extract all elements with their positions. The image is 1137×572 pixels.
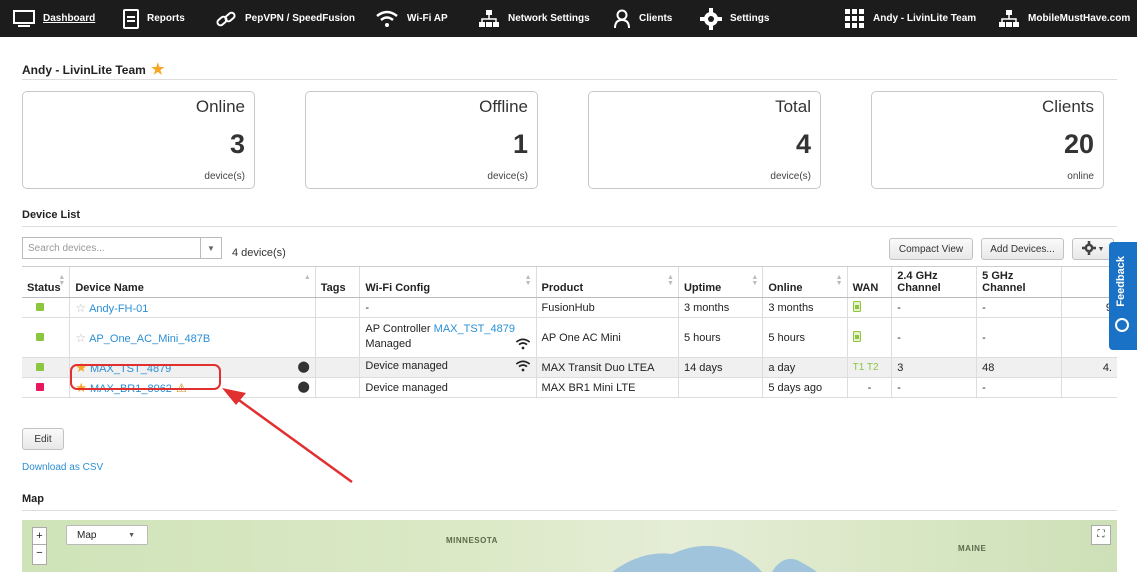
wan-signal-icons: T1 T2 <box>846 357 892 378</box>
nav-dashboard[interactable]: Dashboard <box>13 0 95 37</box>
highlight-annotation <box>70 364 221 390</box>
feedback-icon <box>1115 318 1129 332</box>
star-outline-icon[interactable]: ☆ <box>75 331 86 345</box>
zoom-control: + − <box>32 527 47 565</box>
map-title: Map <box>22 493 44 505</box>
nav-network-settings[interactable]: Network Settings <box>478 0 590 37</box>
col-device-name[interactable]: Device Name ▲ <box>69 266 316 298</box>
chevron-down-icon[interactable]: ▼ <box>200 238 221 258</box>
caret-down-icon: ▼ <box>128 531 135 539</box>
network-icon <box>478 9 500 29</box>
download-csv-link[interactable]: Download as CSV <box>22 462 103 473</box>
col-24ghz-channel[interactable]: 2.4 GHz Channel <box>891 266 977 298</box>
col-online[interactable]: Online ▲ ▼ <box>762 266 848 298</box>
group-title: Andy - LivinLite Team ★ <box>22 61 165 78</box>
stat-clients[interactable]: Clients 20 online <box>871 91 1104 189</box>
sort-icon: ▲ ▼ <box>751 274 759 287</box>
device-count: 4 device(s) <box>232 247 286 259</box>
top-nav: Dashboard Reports PepVPN / SpeedFusion W… <box>0 0 1137 37</box>
wifi-icon <box>375 10 399 28</box>
status-indicator <box>36 362 44 371</box>
wifi-icon <box>515 360 531 375</box>
sim-icon <box>852 330 861 345</box>
sim-icon <box>852 300 861 315</box>
sort-icon: ▲ ▼ <box>58 274 66 287</box>
map-type-select[interactable]: Map ▼ <box>66 525 148 545</box>
col-5ghz-channel[interactable]: 5 GHz Channel <box>976 266 1062 298</box>
device-link[interactable]: AP_One_AC_Mini_487B <box>89 333 210 345</box>
status-indicator <box>36 332 44 341</box>
nav-wifi-ap[interactable]: Wi-Fi AP <box>375 0 448 37</box>
table-header-row: Status ▲ ▼ Device Name ▲ Tags Wi-Fi Config ▲… <box>22 266 1117 298</box>
status-indicator <box>36 302 44 311</box>
nav-clients[interactable]: Clients <box>613 0 672 37</box>
star-outline-icon[interactable]: ☆ <box>75 301 86 315</box>
map-pin-icon[interactable]: ⬤ <box>297 380 309 393</box>
nav-reports[interactable]: Reports <box>123 0 185 37</box>
edit-button[interactable]: Edit <box>22 428 64 450</box>
gear-icon <box>1081 240 1096 258</box>
stat-total[interactable]: Total 4 device(s) <box>588 91 821 189</box>
search-input[interactable] <box>23 238 206 258</box>
zoom-in-button[interactable]: + <box>33 528 46 545</box>
lake-shape <box>612 545 817 572</box>
map-label: MAINE <box>958 544 987 553</box>
col-tags[interactable]: Tags <box>314 266 360 298</box>
table-row[interactable]: ☆ Andy-FH-01 - FusionHub 3 months 3 month… <box>22 297 1117 318</box>
caret-down-icon: ▼ <box>1097 245 1105 253</box>
add-devices-button[interactable]: Add Devices... <box>981 238 1064 260</box>
divider <box>22 226 1117 227</box>
monitor-icon <box>13 9 35 28</box>
fullscreen-icon[interactable]: ⛶ <box>1091 525 1111 545</box>
gear-icon <box>700 7 722 30</box>
table-row[interactable]: ☆ AP_One_AC_Mini_487B AP Controller MAX_T… <box>22 317 1117 358</box>
search-devices[interactable]: ▼ <box>22 237 222 259</box>
compact-view-button[interactable]: Compact View <box>889 238 973 260</box>
star-icon: ★ <box>151 61 165 78</box>
org-icon <box>998 9 1020 29</box>
device-list-title: Device List <box>22 209 81 221</box>
col-wifi-config[interactable]: Wi-Fi Config ▲ ▼ <box>359 266 537 298</box>
grid-icon <box>845 8 865 29</box>
sort-icon: ▲ ▼ <box>524 274 532 287</box>
col-uptime[interactable]: Uptime ▲ ▼ <box>677 266 763 298</box>
map-view[interactable]: + − Map ▼ MINNESOTA MAINE ⛶ <box>22 520 1117 572</box>
feedback-tab[interactable]: Feedback <box>1109 242 1137 350</box>
nav-group[interactable]: Andy - LivinLite Team <box>845 0 976 37</box>
wifi-icon <box>515 338 531 353</box>
divider <box>22 79 1117 80</box>
report-icon <box>123 8 139 29</box>
nav-settings[interactable]: Settings <box>700 0 769 37</box>
controller-link[interactable]: MAX_TST_4879 <box>434 323 515 335</box>
map-pin-icon[interactable]: ⬤ <box>297 360 309 373</box>
col-product[interactable]: Product ▲ ▼ <box>535 266 679 298</box>
sort-icon: ▲ <box>303 274 311 281</box>
link-icon <box>215 9 237 29</box>
device-link[interactable]: Andy-FH-01 <box>89 303 148 315</box>
stat-online[interactable]: Online 3 device(s) <box>22 91 255 189</box>
sort-icon: ▲ ▼ <box>667 274 674 287</box>
user-icon <box>613 9 631 29</box>
stat-offline[interactable]: Offline 1 device(s) <box>305 91 538 189</box>
sort-icon: ▲ ▼ <box>835 274 843 287</box>
nav-organization[interactable]: MobileMustHave.com <box>998 0 1130 37</box>
map-label: MINNESOTA <box>446 536 498 545</box>
status-indicator <box>36 382 44 391</box>
nav-pepvpn[interactable]: PepVPN / SpeedFusion <box>215 0 355 37</box>
col-wan[interactable]: WAN <box>846 266 892 298</box>
table-settings-button[interactable]: ▼ <box>1072 238 1114 260</box>
divider <box>22 510 1117 511</box>
zoom-out-button[interactable]: − <box>33 545 46 561</box>
col-status[interactable]: Status ▲ ▼ <box>22 266 70 298</box>
